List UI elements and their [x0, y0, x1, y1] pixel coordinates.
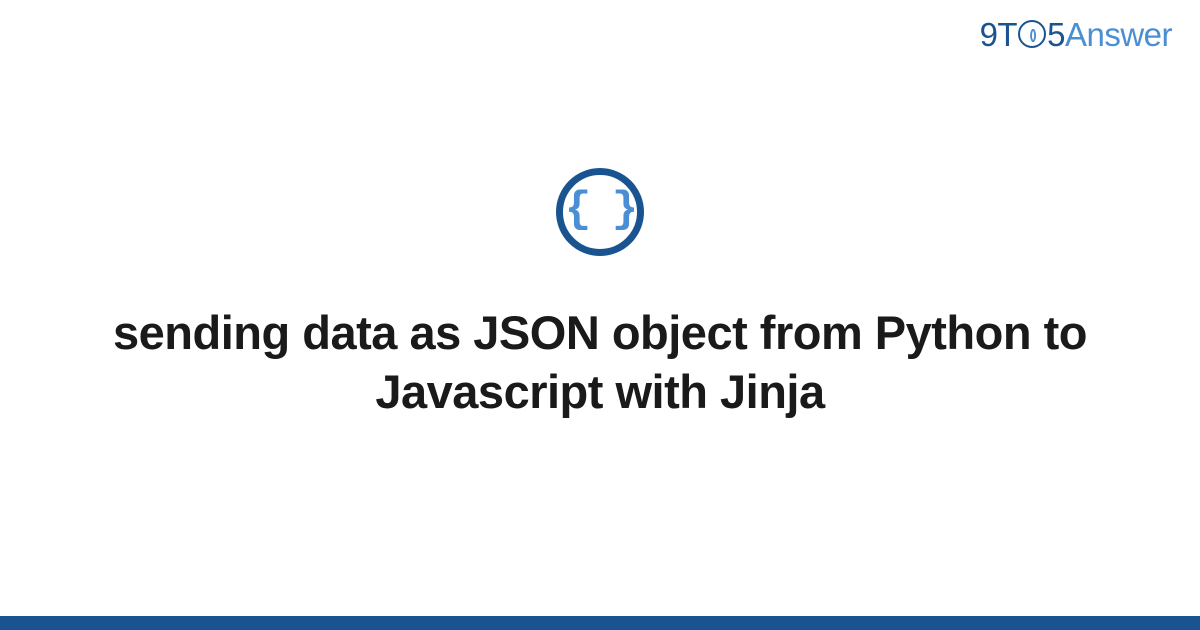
site-header: 9T () 5 Answer [980, 16, 1172, 54]
main-content: { } sending data as JSON object from Pyt… [0, 0, 1200, 630]
question-title: sending data as JSON object from Python … [100, 304, 1100, 422]
category-icon-container: { } [556, 168, 644, 256]
logo-circle-content: () [1029, 26, 1034, 42]
footer-accent-bar [0, 616, 1200, 630]
site-logo[interactable]: 9T () 5 Answer [980, 16, 1172, 54]
code-braces-icon: { } [556, 168, 644, 256]
logo-circle-icon: () [1018, 20, 1046, 48]
logo-text-answer: Answer [1065, 16, 1172, 54]
logo-text-9t: 9T [980, 16, 1018, 54]
brace-glyph: { } [565, 185, 635, 235]
logo-text-5: 5 [1047, 16, 1065, 54]
